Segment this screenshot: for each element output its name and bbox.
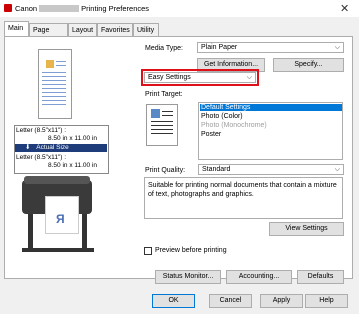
preview-line <box>42 84 66 85</box>
preview-line <box>56 65 66 66</box>
print-target-item[interactable]: Default Settings <box>200 104 342 111</box>
mirrored-r-icon: R <box>56 212 65 226</box>
cancel-button[interactable]: Cancel <box>209 294 252 308</box>
media-type-value: Plain Paper <box>201 44 238 51</box>
highlight-callout <box>141 69 259 86</box>
media-type-select[interactable]: Plain Paper ⌵ <box>197 42 344 53</box>
preview-line <box>42 80 66 81</box>
target-line <box>151 133 173 134</box>
tab-page-setup[interactable]: Page Setup <box>29 23 68 47</box>
preview-line <box>42 76 66 77</box>
target-line <box>151 129 173 130</box>
print-target-item[interactable]: Photo (Monochrome) <box>201 122 267 129</box>
status-monitor-button[interactable]: Status Monitor... <box>155 270 221 284</box>
title-bar: Canon Printing Preferences ✕ <box>0 0 359 17</box>
close-icon[interactable]: ✕ <box>340 2 349 15</box>
apply-button[interactable]: Apply <box>260 294 303 308</box>
print-target-item[interactable]: Photo (Color) <box>201 113 243 120</box>
redacted-model <box>39 5 80 12</box>
actual-size-label: Actual Size <box>36 144 69 151</box>
defaults-button[interactable]: Defaults <box>297 270 344 284</box>
print-quality-value: Standard <box>202 166 231 173</box>
print-target-label: Print Target: <box>145 91 183 98</box>
dropdown-arrow-icon: ⌵ <box>334 44 340 51</box>
title-prefix: Canon <box>15 4 38 13</box>
media-type-label: Media Type: <box>145 45 184 52</box>
description-box: Suitable for printing normal documents t… <box>144 177 343 219</box>
view-settings-button[interactable]: View Settings <box>269 222 344 236</box>
window-title: Canon Printing Preferences <box>15 4 149 13</box>
preview-line <box>42 88 66 89</box>
title-suffix: Printing Preferences <box>81 4 150 13</box>
target-line <box>162 115 173 116</box>
preview-line <box>56 61 66 62</box>
print-target-item[interactable]: Poster <box>201 131 221 138</box>
preview-line <box>42 96 66 97</box>
printer-top <box>24 176 90 184</box>
target-line <box>151 121 173 122</box>
accounting-button[interactable]: Accounting... <box>226 270 292 284</box>
preview-line <box>42 104 66 105</box>
print-target-list[interactable]: Default Settings Photo (Color) Photo (Mo… <box>198 102 343 160</box>
paper-size-line2: 8.50 in x 11.00 in <box>48 135 98 142</box>
tab-main[interactable]: Main <box>4 21 29 36</box>
preview-checkbox-label: Preview before printing <box>155 247 227 254</box>
tab-utility[interactable]: Utility <box>133 23 159 36</box>
tab-layout[interactable]: Layout <box>68 23 97 36</box>
down-arrow-icon: ⬇ <box>25 144 31 151</box>
printer-illustration-icon <box>28 212 33 252</box>
printer-leg <box>82 212 87 252</box>
print-quality-label: Print Quality: <box>145 167 186 174</box>
specify-button[interactable]: Specify... <box>273 58 344 72</box>
actual-size-bar: ⬇ Actual Size <box>15 144 107 152</box>
paper-size-line4: 8.50 in x 11.00 in <box>48 162 98 169</box>
help-button[interactable]: Help <box>305 294 348 308</box>
target-photo <box>151 109 160 118</box>
tab-favorites[interactable]: Favorites <box>97 23 133 36</box>
preview-checkbox[interactable] <box>144 247 152 255</box>
target-line <box>151 125 173 126</box>
printer-app-icon <box>4 4 12 12</box>
paper-size-line3: Letter (8.5"x11") : <box>16 154 67 161</box>
preview-line <box>42 92 66 93</box>
preview-line <box>42 100 66 101</box>
print-quality-select[interactable]: Standard ⌵ <box>198 164 344 175</box>
print-target-icon <box>146 104 178 146</box>
preview-photo <box>46 60 54 68</box>
preview-line <box>42 72 66 73</box>
dropdown-arrow-icon: ⌵ <box>334 166 340 173</box>
printer-base <box>22 248 94 252</box>
paper-size-line1: Letter (8.5"x11") : <box>16 127 67 134</box>
target-line <box>162 111 173 112</box>
ok-button[interactable]: OK <box>152 294 195 308</box>
